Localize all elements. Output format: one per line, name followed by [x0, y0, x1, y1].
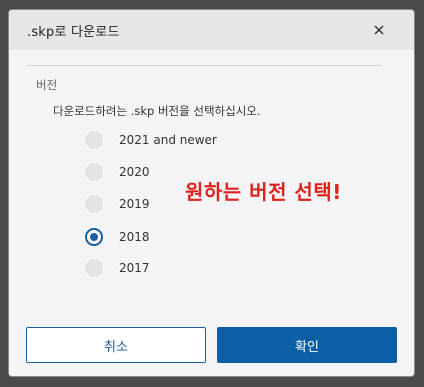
close-icon [374, 25, 384, 35]
version-option-2020[interactable]: 2020 [85, 160, 150, 184]
annotation-text: 원하는 버전 선택! [185, 180, 342, 204]
version-label: 2019 [119, 197, 150, 211]
version-option-2021[interactable]: 2021 and newer [85, 128, 217, 152]
section-label: 버전 [36, 78, 58, 92]
dialog-title-bar: .skp로 다운로드 [9, 10, 414, 50]
version-label: 2020 [119, 165, 150, 179]
cancel-button[interactable]: 취소 [26, 327, 206, 363]
ok-button[interactable]: 확인 [217, 327, 397, 363]
dialog-title: .skp로 다운로드 [27, 25, 120, 40]
version-label: 2021 and newer [119, 133, 217, 147]
close-button[interactable] [367, 18, 391, 42]
radio-button-selected[interactable] [85, 228, 103, 246]
version-option-2019[interactable]: 2019 [85, 192, 150, 216]
download-dialog: .skp로 다운로드 버전 다운로드하려는 .skp 버전을 선택하십시오. 2… [9, 10, 414, 376]
version-label: 2018 [119, 230, 150, 244]
version-label: 2017 [119, 261, 150, 275]
version-option-2017[interactable]: 2017 [85, 256, 150, 280]
divider [27, 65, 382, 66]
radio-button[interactable] [85, 163, 103, 181]
radio-button[interactable] [85, 131, 103, 149]
radio-button[interactable] [85, 259, 103, 277]
version-option-2018[interactable]: 2018 [85, 225, 150, 249]
instruction-text: 다운로드하려는 .skp 버전을 선택하십시오. [53, 104, 261, 118]
radio-button[interactable] [85, 195, 103, 213]
